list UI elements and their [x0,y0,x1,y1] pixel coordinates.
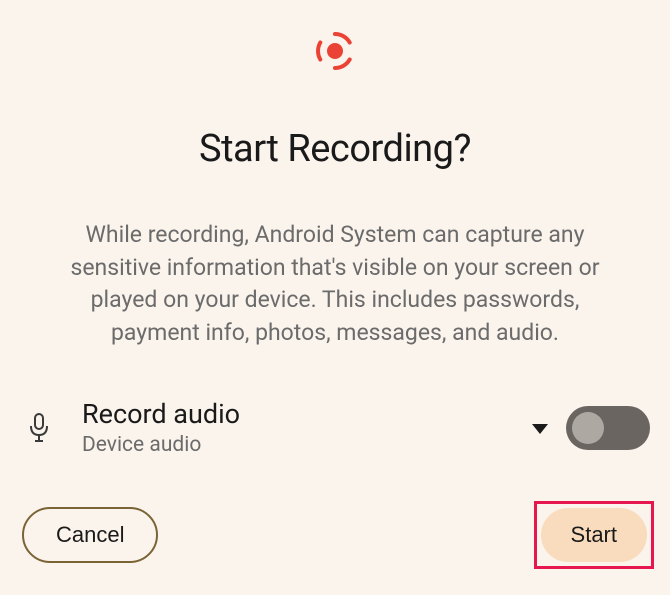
microphone-icon [24,413,54,443]
record-audio-row[interactable]: Record audio Device audio [0,400,670,458]
record-audio-toggle[interactable] [566,406,650,450]
record-icon [314,30,356,72]
start-button[interactable]: Start [541,508,647,562]
cancel-button[interactable]: Cancel [22,507,158,563]
dialog-body-text: While recording, Android System can capt… [0,219,670,350]
audio-labels: Record audio Device audio [82,400,532,458]
dialog-title: Start Recording? [0,127,670,171]
chevron-down-icon[interactable] [532,419,548,438]
dialog-buttons: Cancel Start [0,501,670,569]
toggle-thumb [572,412,604,444]
start-button-highlight: Start [534,501,654,569]
audio-option-subtitle: Device audio [82,433,532,457]
header-icon-area [0,0,670,72]
audio-option-title: Record audio [82,400,532,430]
